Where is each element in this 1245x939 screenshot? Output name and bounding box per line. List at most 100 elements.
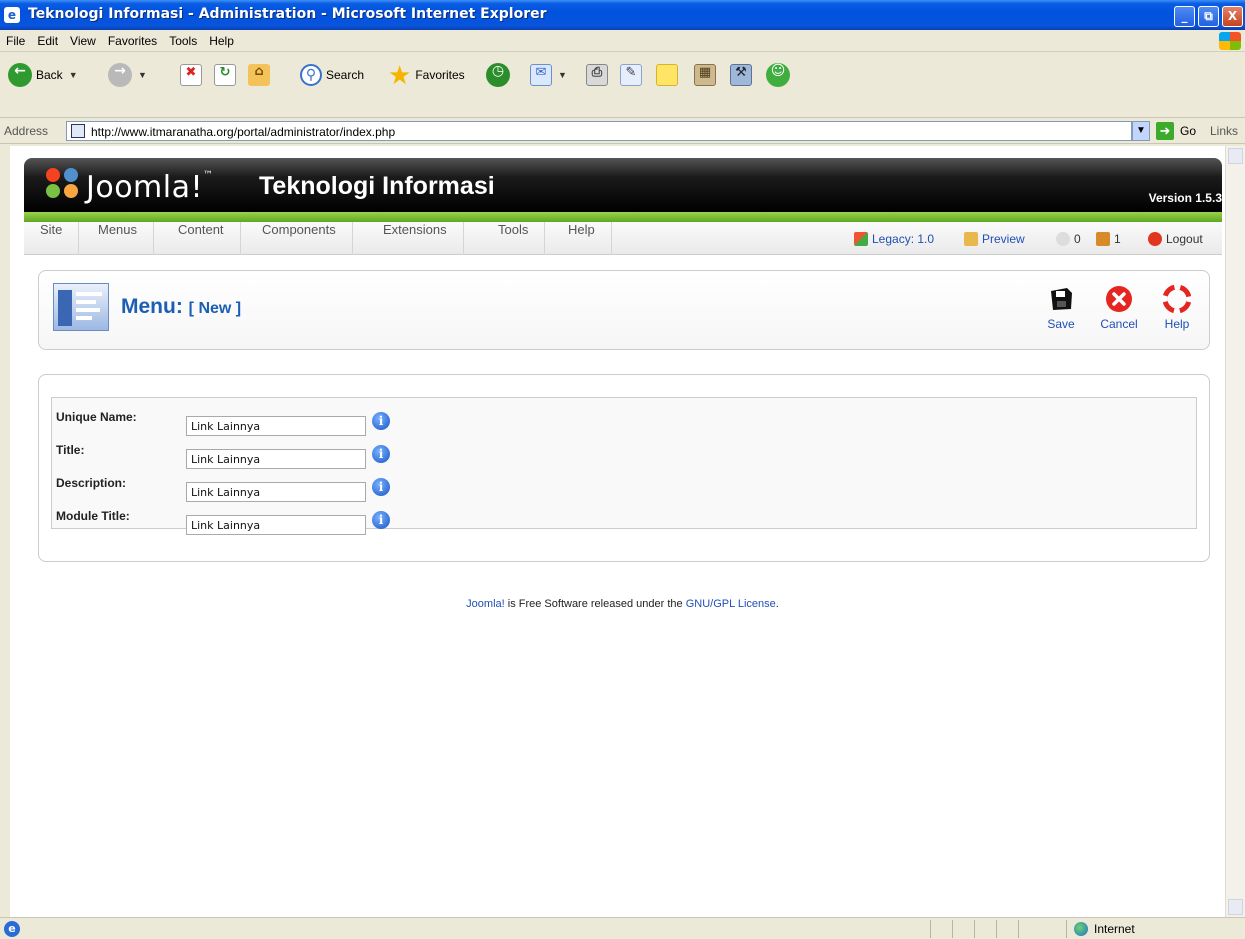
page-title: Menu: [ New ] — [121, 295, 242, 318]
favorites-button[interactable]: ★ Favorites — [388, 60, 465, 90]
save-disk-icon — [1051, 288, 1072, 310]
address-input[interactable]: http://www.itmaranatha.org/portal/admini… — [66, 121, 1132, 141]
stop-icon: ✖ — [180, 64, 202, 86]
nav-content[interactable]: Content — [162, 222, 241, 255]
menu-details-fieldset: Unique Name: Link Lainnya i Title: Link … — [51, 397, 1197, 535]
dropdown-caret-icon: ▼ — [138, 70, 147, 80]
search-button[interactable]: ⚲ Search — [300, 60, 364, 90]
info-icon[interactable]: i — [372, 412, 390, 430]
save-label: Save — [1047, 317, 1075, 331]
stop-button[interactable]: ✖ — [180, 60, 202, 90]
notes-button[interactable] — [656, 60, 678, 90]
help-button[interactable]: Help — [1155, 285, 1199, 331]
tools-icon: ⚒ — [730, 64, 752, 86]
ie-statusbar: e Internet — [0, 917, 1245, 939]
field-row-description: Description: Link Lainnya i — [56, 474, 1156, 504]
help-label: Help — [1164, 317, 1190, 331]
save-button[interactable]: Save — [1039, 285, 1083, 331]
menu-form-box: Unique Name: Link Lainnya i Title: Link … — [38, 374, 1210, 562]
cancel-button[interactable]: Cancel — [1097, 285, 1141, 331]
go-button[interactable]: Go — [1180, 124, 1196, 138]
messages-icon — [1056, 231, 1070, 246]
site-name: Teknologi Informasi — [259, 172, 495, 200]
close-window-button[interactable]: X — [1222, 6, 1243, 27]
forward-button[interactable]: → ▼ — [108, 60, 147, 90]
users-online: 1 — [1096, 222, 1121, 255]
window-title: Teknologi Informasi - Administration - M… — [28, 6, 547, 22]
vertical-scrollbar[interactable] — [1225, 146, 1245, 917]
menu-edit[interactable]: Edit — [31, 30, 64, 48]
search-label: Search — [326, 68, 365, 82]
ie-app-icon: e — [4, 7, 20, 23]
nav-site[interactable]: Site — [24, 222, 80, 255]
home-button[interactable]: ⌂ — [248, 60, 270, 90]
page-icon — [71, 124, 85, 138]
joomla-brand: Joomla!™ — [86, 170, 214, 205]
zone-label: Internet — [1094, 922, 1135, 936]
nav-components[interactable]: Components — [246, 222, 353, 255]
maximize-button[interactable]: ⧉ — [1198, 6, 1219, 27]
url-text: http://www.itmaranatha.org/portal/admini… — [91, 125, 396, 139]
edit-button[interactable]: ✎ — [620, 60, 642, 90]
messenger-button[interactable]: ☺ — [766, 60, 790, 90]
menu-file[interactable]: File — [0, 30, 31, 48]
logout-link[interactable]: Logout — [1148, 222, 1203, 255]
mail-button[interactable]: ✉ ▼ — [530, 60, 567, 90]
history-button[interactable]: ◷ — [486, 60, 510, 90]
module-title-input[interactable]: Link Lainnya — [186, 515, 366, 535]
messages-count[interactable]: 0 — [1056, 222, 1081, 255]
go-arrow-icon[interactable]: ➜ — [1156, 122, 1174, 140]
version-label: Version 1.5.3 — [1148, 191, 1222, 205]
admin-nav: Site Menus Content Components Extensions… — [24, 222, 1222, 255]
links-button[interactable]: Links — [1210, 124, 1238, 138]
joomla-logo-icon — [46, 168, 82, 200]
scroll-up-button[interactable] — [1228, 148, 1243, 164]
joomla-link[interactable]: Joomla! — [466, 598, 505, 610]
tools-button[interactable]: ⚒ — [730, 60, 752, 90]
security-zone: Internet — [1074, 922, 1135, 936]
dropdown-caret-icon: ▼ — [558, 70, 567, 80]
minimize-button[interactable]: _ — [1174, 6, 1195, 27]
unique-name-input[interactable]: Link Lainnya — [186, 416, 366, 436]
window-left-border — [0, 146, 10, 917]
info-icon[interactable]: i — [372, 445, 390, 463]
window-titlebar: e Teknologi Informasi - Administration -… — [0, 0, 1245, 30]
cancel-label: Cancel — [1100, 317, 1138, 331]
ie-page-icon: e — [4, 921, 20, 937]
nav-menus[interactable]: Menus — [82, 222, 155, 255]
gpl-license-link[interactable]: GNU/GPL License — [686, 598, 776, 610]
back-button[interactable]: ← Back ▼ — [8, 60, 78, 90]
description-input[interactable]: Link Lainnya — [186, 482, 366, 502]
favorites-star-icon: ★ — [388, 59, 412, 90]
users-icon — [1096, 231, 1110, 246]
print-button[interactable]: ⎙ — [586, 60, 608, 90]
help-lifebuoy-icon — [1163, 285, 1191, 313]
back-arrow-icon: ← — [8, 63, 32, 87]
address-bar: Address http://www.itmaranatha.org/porta… — [0, 118, 1245, 144]
research-button[interactable]: ▦ — [694, 60, 716, 90]
address-dropdown-button[interactable]: ▼ — [1132, 121, 1150, 141]
menu-manager-icon — [53, 283, 109, 331]
messenger-icon: ☺ — [766, 63, 790, 87]
nav-extensions[interactable]: Extensions — [367, 222, 464, 255]
title-input[interactable]: Link Lainnya — [186, 449, 366, 469]
legacy-label: Legacy: 1.0 — [872, 231, 935, 246]
menu-view[interactable]: View — [64, 30, 102, 48]
mail-icon: ✉ — [530, 64, 552, 86]
info-icon[interactable]: i — [372, 511, 390, 529]
field-label: Module Title: — [56, 509, 130, 523]
preview-link[interactable]: Preview — [964, 222, 1025, 255]
scroll-down-button[interactable] — [1228, 899, 1243, 915]
menu-help[interactable]: Help — [203, 30, 240, 48]
logout-label: Logout — [1166, 231, 1203, 246]
footer-text: is Free Software released under the — [504, 598, 686, 610]
nav-help[interactable]: Help — [552, 222, 612, 255]
info-icon[interactable]: i — [372, 478, 390, 496]
field-label: Description: — [56, 476, 127, 490]
refresh-button[interactable]: ↻ — [214, 60, 236, 90]
nav-tools[interactable]: Tools — [482, 222, 546, 255]
history-icon: ◷ — [486, 63, 510, 87]
menu-tools[interactable]: Tools — [163, 30, 203, 48]
windows-logo-icon — [1219, 32, 1241, 50]
menu-favorites[interactable]: Favorites — [102, 30, 163, 48]
